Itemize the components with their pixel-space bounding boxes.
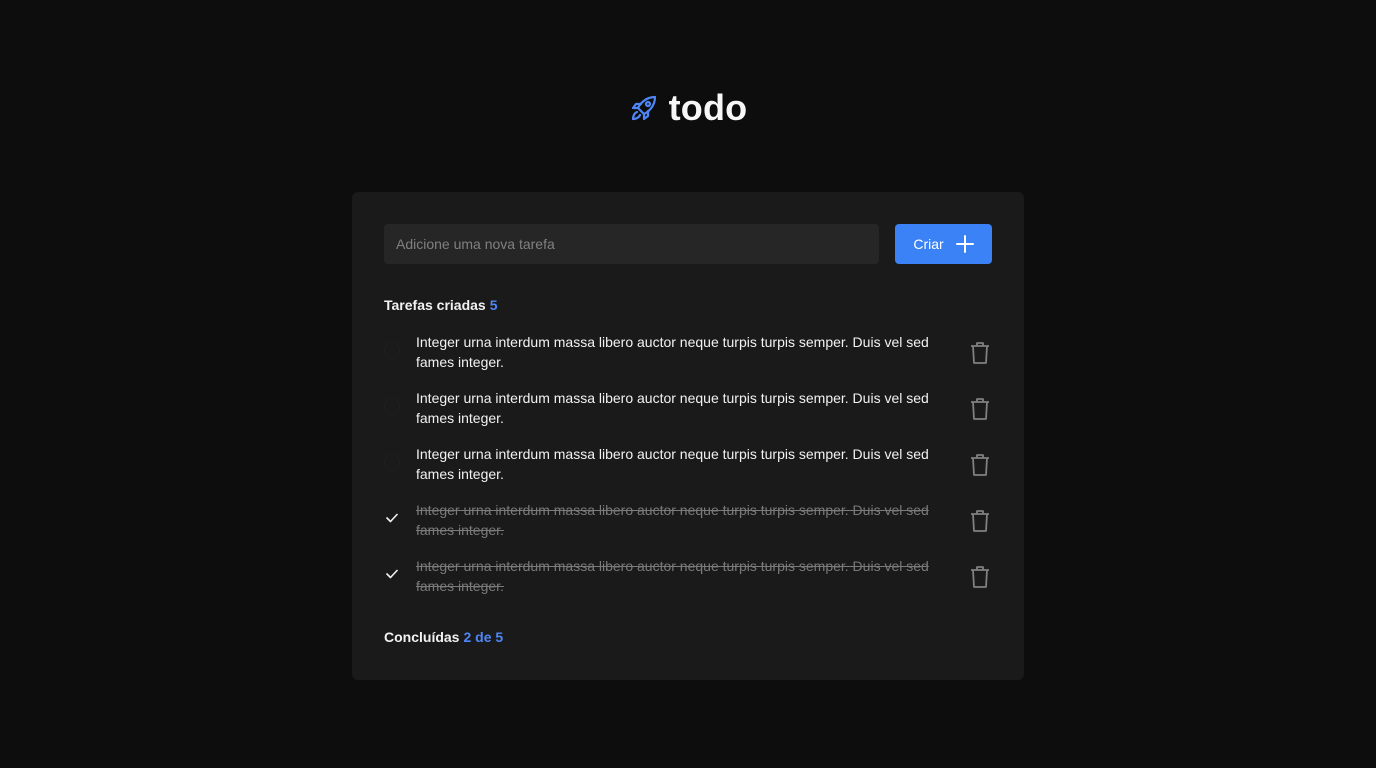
delete-task-button[interactable]	[968, 396, 992, 422]
task-checkbox[interactable]	[384, 454, 400, 470]
tasks-done-label: Concluídas	[384, 629, 460, 645]
tasks-created-count: 5	[489, 297, 498, 313]
task-item: Integer urna interdum massa libero aucto…	[384, 436, 992, 492]
check-icon	[386, 569, 398, 579]
task-text: Integer urna interdum massa libero aucto…	[416, 502, 929, 538]
create-button-label: Criar	[913, 236, 944, 252]
trash-icon	[970, 397, 990, 421]
rocket-icon	[629, 93, 659, 123]
app-header: todo	[0, 86, 1376, 130]
task-text: Integer urna interdum massa libero aucto…	[416, 390, 929, 426]
task-text: Integer urna interdum massa libero aucto…	[416, 446, 929, 482]
task-item: Integer urna interdum massa libero aucto…	[384, 380, 992, 436]
plus-icon	[955, 235, 974, 253]
task-item: Integer urna interdum massa libero aucto…	[384, 324, 992, 380]
trash-icon	[970, 565, 990, 589]
task-checkbox[interactable]	[384, 398, 400, 414]
task-item: Integer urna interdum massa libero aucto…	[384, 492, 992, 548]
task-checkbox-checked[interactable]	[384, 566, 400, 582]
task-checkbox[interactable]	[384, 342, 400, 358]
trash-icon	[970, 453, 990, 477]
task-item: Integer urna interdum massa libero aucto…	[384, 548, 992, 604]
task-text: Integer urna interdum massa libero aucto…	[416, 334, 929, 370]
delete-task-button[interactable]	[968, 508, 992, 534]
trash-icon	[970, 341, 990, 365]
delete-task-button[interactable]	[968, 564, 992, 590]
create-button[interactable]: Criar	[895, 224, 992, 264]
task-list: Integer urna interdum massa libero aucto…	[384, 324, 992, 604]
new-task-input[interactable]	[384, 224, 879, 264]
app-title: todo	[668, 87, 748, 128]
tasks-done-count: 2 de 5	[463, 629, 504, 645]
task-checkbox-checked[interactable]	[384, 510, 400, 526]
tasks-created-counter: Tarefas criadas 5	[384, 297, 498, 313]
task-text: Integer urna interdum massa libero aucto…	[416, 558, 929, 594]
delete-task-button[interactable]	[968, 340, 992, 366]
delete-task-button[interactable]	[968, 452, 992, 478]
tasks-done-counter: Concluídas 2 de 5	[384, 629, 503, 645]
check-icon	[386, 513, 398, 523]
tasks-created-label: Tarefas criadas	[384, 297, 486, 313]
todo-card: Criar Tarefas criadas5 Integer urna inte…	[352, 192, 1024, 680]
trash-icon	[970, 509, 990, 533]
